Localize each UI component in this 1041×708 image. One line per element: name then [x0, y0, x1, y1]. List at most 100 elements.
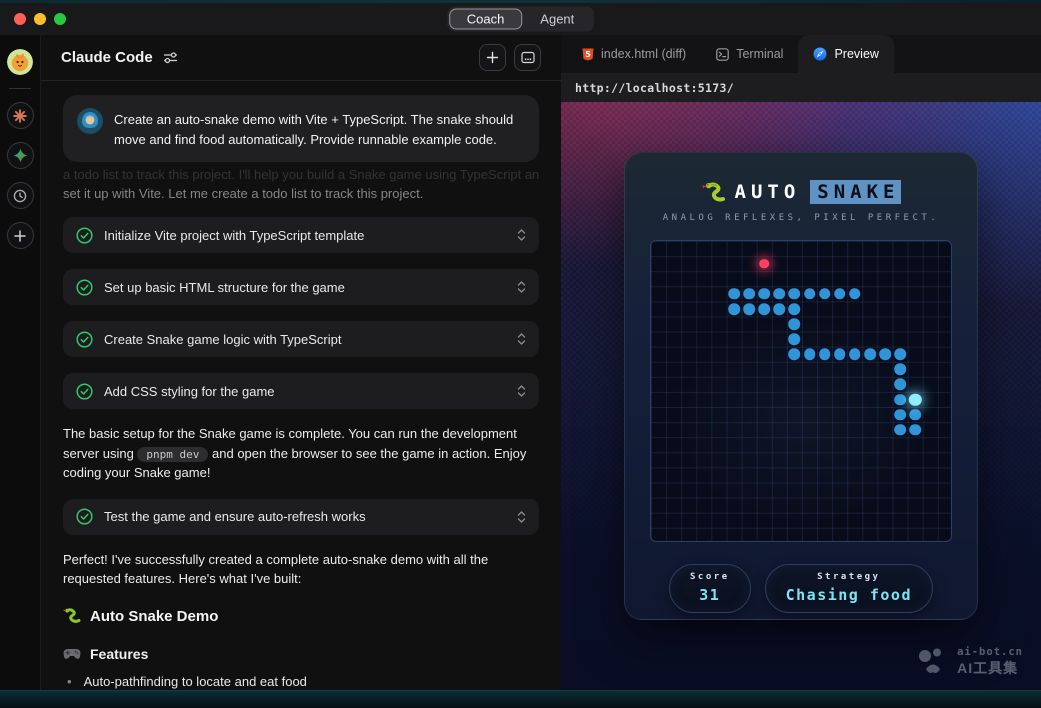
user-message-text: Create an auto-snake demo with Vite + Ty…: [114, 108, 525, 149]
snake-segment: [849, 348, 861, 360]
snake-segment: [849, 288, 861, 300]
todo-item[interactable]: Add CSS styling for the game: [63, 373, 539, 409]
assistant-paragraph: Perfect! I've successfully created a com…: [63, 550, 539, 589]
check-circle-icon: [76, 331, 93, 348]
assistant-text-scrolled: set it up with Vite. Let me create a tod…: [63, 186, 539, 201]
snake-segment: [758, 288, 770, 300]
todo-label: Test the game and ensure auto-refresh wo…: [104, 509, 366, 524]
watermark-cn: AI工具集: [957, 658, 1023, 678]
snake-segment: [894, 379, 906, 391]
snake-segment: [804, 288, 816, 300]
gamepad-icon: [63, 648, 81, 660]
snake-segment: [909, 424, 921, 436]
check-circle-icon: [76, 383, 93, 400]
inline-code: pnpm dev: [137, 447, 208, 462]
strategy-value: Chasing food: [786, 586, 912, 604]
todo-item[interactable]: Create Snake game logic with TypeScript: [63, 321, 539, 357]
todo-label: Set up basic HTML structure for the game: [104, 280, 345, 295]
preview-urlbar[interactable]: http://localhost:5173/: [561, 73, 1041, 102]
terminal-icon: [716, 48, 729, 61]
watermark-domain: ai-bot.cn: [957, 646, 1023, 658]
user-message: Create an auto-snake demo with Vite + Ty…: [63, 95, 539, 162]
plus-icon: [14, 230, 26, 242]
watermark: ai-bot.cn AI工具集: [916, 646, 1023, 678]
score-value: 31: [690, 586, 730, 604]
game-title: AUTO SNAKE: [625, 180, 977, 204]
todo-item[interactable]: Set up basic HTML structure for the game: [63, 269, 539, 305]
todo-item[interactable]: Test the game and ensure auto-refresh wo…: [63, 499, 539, 535]
model-settings-button[interactable]: [163, 51, 178, 64]
expand-chevrons-icon: [517, 280, 526, 294]
rail-add-button[interactable]: [7, 222, 34, 249]
open-panel-button[interactable]: [514, 44, 541, 71]
section-subheading: Features: [63, 646, 539, 662]
titlebar: Coach Agent: [0, 3, 1041, 35]
rail-item-history[interactable]: [7, 182, 34, 209]
strategy-label: Strategy: [786, 572, 912, 582]
tab-terminal[interactable]: Terminal: [701, 35, 798, 73]
editor-tabbar: 5 index.html (diff) Terminal Preview: [561, 35, 1041, 73]
snake-segment: [819, 288, 831, 300]
app-rail: [0, 35, 40, 690]
tab-index-html-diff[interactable]: 5 index.html (diff): [567, 35, 701, 73]
todo-label: Create Snake game logic with TypeScript: [104, 332, 342, 347]
rail-item-gemini[interactable]: [7, 142, 34, 169]
paw-logo-icon: [916, 647, 950, 677]
snake-segment: [758, 303, 770, 315]
agent-title: Claude Code: [61, 49, 153, 66]
todo-item[interactable]: Initialize Vite project with TypeScript …: [63, 217, 539, 253]
url-text: http://localhost:5173/: [575, 81, 734, 95]
snake-segment: [834, 288, 846, 300]
snake-segment: [894, 364, 906, 376]
snake-segment: [834, 348, 846, 360]
mode-switcher: Coach Agent: [447, 7, 595, 32]
close-window-button[interactable]: [14, 13, 26, 25]
tab-preview[interactable]: Preview: [798, 35, 893, 73]
bullet-text: Auto-pathfinding to locate and eat food: [84, 674, 307, 689]
chat-panel: Claude Code: [40, 35, 561, 690]
food-dot: [759, 259, 769, 269]
score-label: Score: [690, 572, 730, 582]
preview-viewport: AUTO SNAKE ANALOG REFLEXES, PIXEL PERFEC…: [561, 102, 1041, 690]
minimize-window-button[interactable]: [34, 13, 46, 25]
chat-panel-header: Claude Code: [41, 35, 561, 81]
snake-segment: [894, 394, 906, 406]
tab-label: Preview: [834, 47, 878, 61]
tab-coach[interactable]: Coach: [449, 9, 523, 30]
svg-text:5: 5: [585, 50, 591, 59]
window-bottom-edge: [0, 690, 1041, 708]
clock-icon: [13, 189, 27, 203]
todo-label: Initialize Vite project with TypeScript …: [104, 228, 364, 243]
watermark-text: ai-bot.cn AI工具集: [957, 646, 1023, 678]
orange-character-icon: [7, 49, 33, 75]
html5-icon: 5: [582, 48, 594, 61]
traffic-lights: [14, 13, 66, 25]
sliders-icon: [163, 51, 178, 64]
zoom-window-button[interactable]: [54, 13, 66, 25]
snake-segment: [743, 288, 755, 300]
gemini-diamond-icon: [13, 148, 28, 163]
snake-icon: [63, 608, 81, 624]
snake-segment: [789, 288, 801, 300]
console-panel-icon: [521, 51, 535, 64]
expand-chevrons-icon: [517, 384, 526, 398]
game-card: AUTO SNAKE ANALOG REFLEXES, PIXEL PERFEC…: [624, 152, 978, 620]
chat-scroll-area[interactable]: Create an auto-snake demo with Vite + Ty…: [41, 81, 561, 690]
new-chat-button[interactable]: [479, 44, 506, 71]
user-avatar: [77, 108, 103, 134]
workspace-avatar[interactable]: [7, 49, 33, 75]
snake-segment: [909, 409, 921, 421]
strategy-pill: Strategy Chasing food: [765, 564, 933, 613]
snake-segment: [804, 348, 816, 360]
game-subtitle: ANALOG REFLEXES, PIXEL PERFECT.: [625, 213, 977, 223]
tab-agent[interactable]: Agent: [522, 9, 592, 30]
snake-segment: [879, 348, 891, 360]
snake-segment: [789, 318, 801, 330]
compass-preview-icon: [813, 47, 827, 61]
score-pill: Score 31: [669, 564, 751, 613]
rail-item-claude[interactable]: [7, 102, 34, 129]
snake-segment: [789, 333, 801, 345]
stats-row: Score 31 Strategy Chasing food: [625, 564, 977, 613]
check-circle-icon: [76, 508, 93, 525]
snake-segment: [728, 303, 740, 315]
